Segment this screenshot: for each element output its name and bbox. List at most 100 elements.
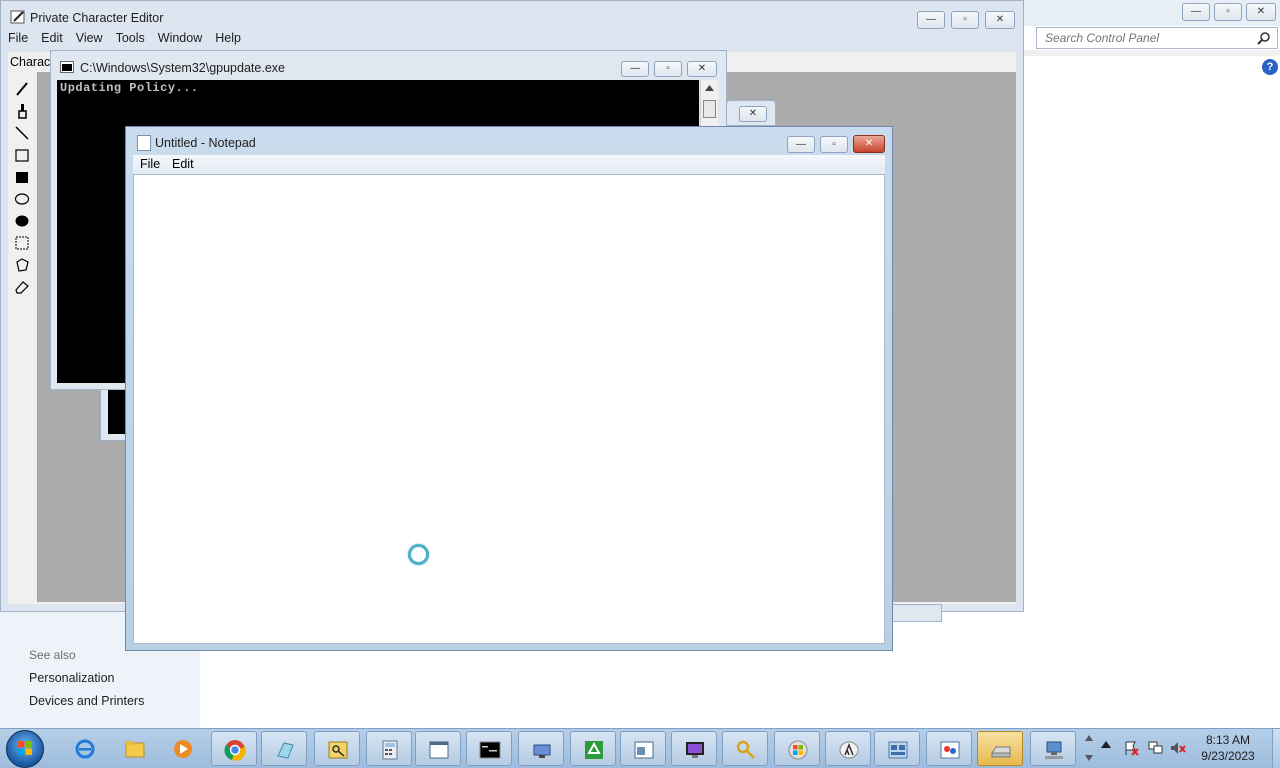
pce-menu-tools[interactable]: Tools [116,31,145,45]
control-panel-search-box[interactable] [1036,27,1278,49]
console-maximize-button[interactable]: ▫ [654,61,682,77]
pce-menubar: File Edit View Tools Window Help [8,31,1018,49]
taskbar-calculator[interactable] [366,731,412,766]
freeform-selection-tool-icon[interactable] [13,256,31,274]
taskbar-lambda-app[interactable] [825,731,871,766]
notepad-menu-edit[interactable]: Edit [172,157,194,171]
taskbar-display-settings[interactable] [671,731,717,766]
pce-menu-view[interactable]: View [76,31,103,45]
taskbar-chrome[interactable] [211,731,257,766]
devices-and-printers-link[interactable]: Devices and Printers [29,694,144,708]
background-window-corner [890,604,942,622]
taskbar-network-tool[interactable] [518,731,564,766]
background-window-close-button[interactable]: ✕ [739,106,767,122]
pce-menu-file[interactable]: File [8,31,28,45]
hollow-ellipse-tool-icon[interactable] [13,190,31,208]
monitor-icon [686,742,704,758]
taskbar-credential-manager[interactable] [314,731,360,766]
recycle-icon [585,741,603,759]
scroll-up-arrow-icon[interactable] [705,84,714,91]
pce-character-label: Charact [10,55,54,69]
taskbar-search-key[interactable] [722,731,768,766]
taskbar-windows-logo-app[interactable] [774,731,820,766]
pce-menu-edit[interactable]: Edit [41,31,63,45]
taskbar-paint[interactable] [926,731,972,766]
notepad-close-button[interactable]: ✕ [853,135,885,153]
console-close-button[interactable]: ✕ [687,61,717,77]
console-scroll-thumb[interactable] [703,100,716,118]
pce-maximize-button[interactable]: ▫ [951,11,979,29]
clock-time[interactable]: 8:13 AM [1193,733,1263,747]
pce-menu-help[interactable]: Help [215,31,241,45]
windows-logo-icon[interactable] [17,740,33,756]
pce-tool-palette [8,72,38,602]
console-title: C:\Windows\System32\gpupdate.exe [80,61,285,75]
busy-cursor-icon [408,544,429,565]
taskbar-window-app[interactable] [415,731,461,766]
network-computer-icon [1045,741,1063,759]
notepad-editor[interactable] [134,175,884,643]
drive-icon [991,746,1011,758]
hollow-rectangle-tool-icon[interactable] [13,146,31,164]
taskbar-internet-explorer[interactable] [62,731,108,766]
personalization-link[interactable]: Personalization [29,671,114,685]
control-panel-icon [888,741,908,759]
taskbar-scroll-control[interactable] [1082,731,1096,766]
keys-icon [328,741,348,759]
notepad-icon [277,742,294,759]
pen-edit-icon [10,10,25,24]
line-tool-icon[interactable] [13,124,31,142]
control-panel-restore-button[interactable]: ▫ [1214,3,1242,21]
clock-date[interactable]: 9/23/2023 [1193,749,1263,763]
pencil-tool-icon[interactable] [13,80,31,98]
taskbar-control-panel[interactable] [874,731,920,766]
network-tool-icon [533,744,551,758]
taskbar-command-prompt[interactable] [466,731,512,766]
notepad-minimize-button[interactable]: — [787,136,815,153]
command-prompt-icon [479,741,501,759]
key-icon [736,740,755,759]
show-desktop-button[interactable] [1272,729,1280,768]
notepad-icon [137,135,151,151]
pce-minimize-button[interactable]: — [917,11,945,29]
eraser-tool-icon[interactable] [13,278,31,296]
windows-orb-icon [788,740,808,760]
filled-ellipse-tool-icon[interactable] [13,212,31,230]
help-icon[interactable]: ? [1262,59,1278,75]
control-panel-minimize-button[interactable]: — [1182,3,1210,21]
taskbar-notepad[interactable] [261,731,307,766]
search-icon[interactable] [1257,31,1271,45]
console-scrollbar[interactable] [700,80,718,126]
control-panel-titlebar: — ▫ ✕ [1024,0,1280,26]
taskbar-windows-explorer[interactable] [112,731,158,766]
control-panel-navbar [1024,50,1280,56]
notepad-maximize-button[interactable]: ▫ [820,136,848,153]
control-panel-close-button[interactable]: ✕ [1246,3,1276,21]
pce-title: Private Character Editor [30,11,164,25]
notepad-text-area[interactable] [133,174,885,644]
control-panel-search-input[interactable] [1037,28,1247,48]
taskbar-window-app-2[interactable] [620,731,666,766]
media-player-icon [174,740,192,758]
taskbar-removable-drive[interactable] [977,731,1023,766]
chrome-icon [224,740,246,761]
console-output-text: Updating Policy... [60,81,199,95]
show-hidden-icons-icon[interactable] [1101,740,1111,748]
pce-menu-window[interactable]: Window [158,31,202,45]
taskbar-network-connection[interactable] [1030,731,1076,766]
notepad-menu-file[interactable]: File [140,157,160,171]
rectangular-selection-tool-icon[interactable] [13,234,31,252]
notepad-menubar: File Edit [133,155,885,174]
taskbar-media-player[interactable] [160,731,206,766]
scroll-up-icon[interactable] [1085,735,1093,741]
volume-muted-icon[interactable] [1170,740,1186,756]
notepad-title: Untitled - Notepad [155,136,256,150]
scroll-down-icon[interactable] [1085,755,1093,761]
network-tray-icon[interactable] [1147,740,1163,756]
brush-tool-icon[interactable] [13,102,31,120]
filled-rectangle-tool-icon[interactable] [13,168,31,186]
console-minimize-button[interactable]: — [621,61,649,77]
pce-close-button[interactable]: ✕ [985,11,1015,29]
taskbar-recycle-tool[interactable] [570,731,616,766]
action-center-flag-icon[interactable] [1123,740,1139,756]
